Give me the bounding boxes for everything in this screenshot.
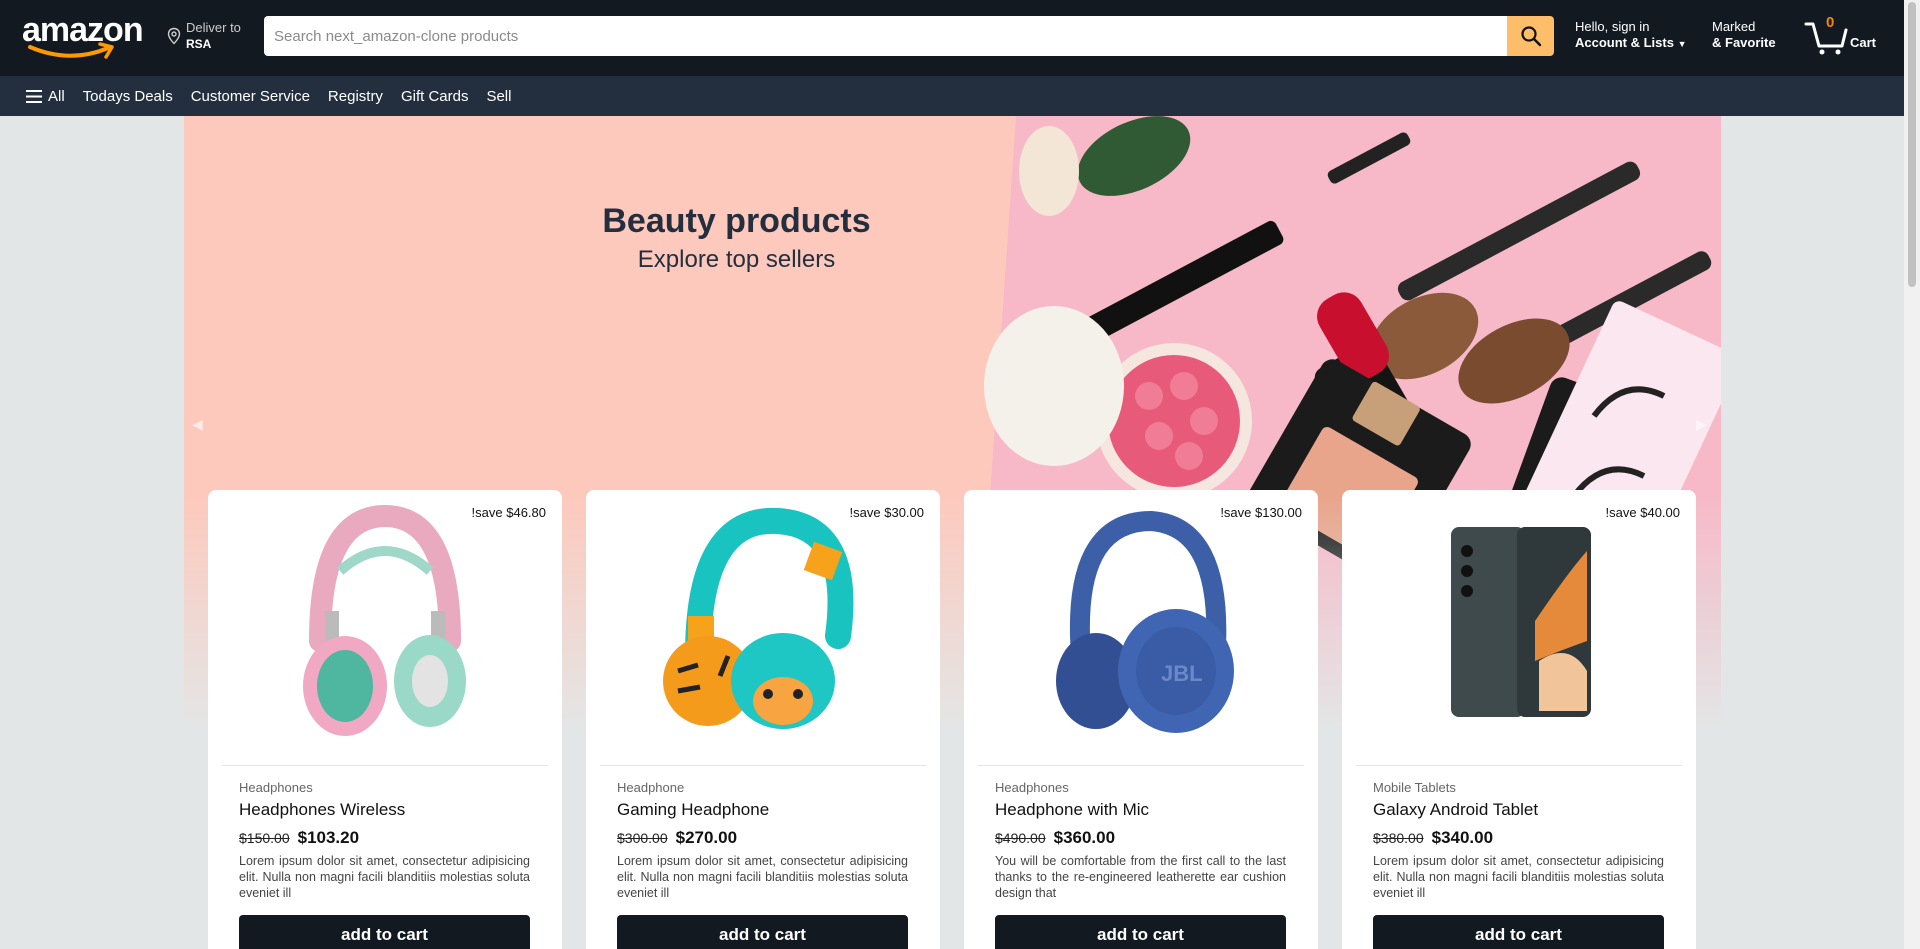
- product-description: You will be comfortable from the first c…: [995, 854, 1286, 900]
- product-description: Lorem ipsum dolor sit amet, consectetur …: [239, 854, 530, 900]
- product-image[interactable]: [222, 504, 548, 736]
- marked-sub-text: Marked: [1712, 19, 1756, 34]
- product-category: Headphones: [995, 780, 1069, 795]
- cart-button[interactable]: 0 Cart: [1804, 14, 1877, 56]
- pink-headphones-icon: [303, 504, 466, 736]
- foldable-phone-icon: [1451, 527, 1591, 717]
- old-price: $380.00: [1373, 830, 1424, 846]
- cart-count: 0: [1826, 14, 1835, 31]
- sub-navigation: All Todays Deals Customer Service Regist…: [0, 76, 1904, 116]
- price-row: $380.00 $340.00: [1373, 828, 1493, 848]
- price-row: $490.00 $360.00: [995, 828, 1115, 848]
- nav-item-all[interactable]: All: [26, 88, 65, 105]
- product-name[interactable]: Galaxy Android Tablet: [1373, 800, 1538, 820]
- product-image[interactable]: [1356, 514, 1682, 728]
- carousel-next-arrow-icon[interactable]: ▶: [1696, 416, 1716, 436]
- add-to-cart-button[interactable]: add to cart: [995, 915, 1286, 949]
- deliver-location: RSA: [186, 37, 212, 51]
- old-price: $490.00: [995, 830, 1046, 846]
- deliver-to[interactable]: Deliver to RSA: [166, 19, 241, 53]
- current-price: $103.20: [297, 828, 360, 847]
- add-to-cart-button[interactable]: add to cart: [617, 915, 908, 949]
- favorite-text: & Favorite: [1712, 35, 1776, 50]
- product-description: Lorem ipsum dolor sit amet, consectetur …: [617, 854, 908, 900]
- product-card[interactable]: !save $30.00 Headphone Gaming Headphone …: [586, 490, 940, 949]
- kids-tiger-headphones-icon: [663, 507, 854, 729]
- blue-jbl-headphones-icon: JBL: [1056, 510, 1234, 733]
- current-price: $270.00: [675, 828, 738, 847]
- cart-label: Cart: [1850, 35, 1877, 50]
- search-bar: [264, 16, 1554, 56]
- add-to-cart-button[interactable]: add to cart: [1373, 915, 1664, 949]
- nav-label: All: [48, 87, 65, 105]
- product-name[interactable]: Gaming Headphone: [617, 800, 769, 820]
- hamburger-menu-icon: [26, 89, 42, 103]
- product-category: Headphones: [239, 780, 313, 795]
- svg-text:JBL: JBL: [1161, 661, 1203, 686]
- account-lists-text: Account & Lists: [1575, 35, 1674, 50]
- product-description: Lorem ipsum dolor sit amet, consectetur …: [1373, 854, 1664, 900]
- old-price: $300.00: [617, 830, 668, 846]
- product-image[interactable]: JBL: [978, 510, 1304, 733]
- hero-subtitle: Explore top sellers: [637, 246, 836, 273]
- scrollbar-thumb[interactable]: [1908, 2, 1916, 287]
- search-button[interactable]: [1507, 16, 1554, 56]
- nav-item-customer-service[interactable]: Customer Service: [191, 88, 310, 105]
- card-divider: [600, 765, 926, 766]
- smile-arrow-icon: [28, 42, 114, 59]
- nav-item-registry[interactable]: Registry: [328, 88, 383, 105]
- product-category: Mobile Tablets: [1373, 780, 1456, 795]
- hero-title: Beauty products: [602, 202, 871, 240]
- product-category: Headphone: [617, 780, 685, 795]
- current-price: $340.00: [1431, 828, 1494, 847]
- account-greeting: Hello, sign in: [1575, 19, 1650, 34]
- product-name[interactable]: Headphone with Mic: [995, 800, 1149, 820]
- product-name[interactable]: Headphones Wireless: [239, 800, 405, 820]
- nav-item-sell[interactable]: Sell: [486, 88, 511, 105]
- old-price: $150.00: [239, 830, 290, 846]
- marked-favorite[interactable]: Marked & Favorite: [1712, 19, 1776, 51]
- product-card[interactable]: !save $46.80 Headphones Headphones Wirel…: [208, 490, 562, 949]
- deliver-sub-text: Deliver to: [186, 20, 241, 35]
- product-image[interactable]: [600, 507, 926, 729]
- product-card[interactable]: !save $40.00 Mobile Tablets Galaxy Andro…: [1342, 490, 1696, 949]
- nav-item-todays-deals[interactable]: Todays Deals: [83, 88, 173, 105]
- top-header: amazon Deliver to RSA Hello, sign in Acc…: [0, 0, 1904, 76]
- location-pin-icon: [167, 27, 181, 45]
- card-divider: [1356, 765, 1682, 766]
- amazon-logo[interactable]: amazon: [22, 12, 144, 59]
- price-row: $300.00 $270.00: [617, 828, 737, 848]
- search-icon: [1520, 26, 1541, 47]
- account-lists[interactable]: Hello, sign in Account & Lists ▼: [1575, 19, 1687, 52]
- page-scrollbar[interactable]: [1904, 0, 1920, 949]
- carousel-prev-arrow-icon[interactable]: ◀: [192, 416, 212, 436]
- search-input[interactable]: [264, 16, 1507, 56]
- card-divider: [978, 765, 1304, 766]
- product-card[interactable]: !save $130.00 JBL Headphones Headphone w…: [964, 490, 1318, 949]
- caret-down-icon: ▼: [1677, 39, 1687, 49]
- card-divider: [222, 765, 548, 766]
- price-row: $150.00 $103.20: [239, 828, 359, 848]
- nav-item-gift-cards[interactable]: Gift Cards: [401, 88, 469, 105]
- add-to-cart-button[interactable]: add to cart: [239, 915, 530, 949]
- account-label: Account & Lists ▼: [1575, 35, 1687, 52]
- current-price: $360.00: [1053, 828, 1116, 847]
